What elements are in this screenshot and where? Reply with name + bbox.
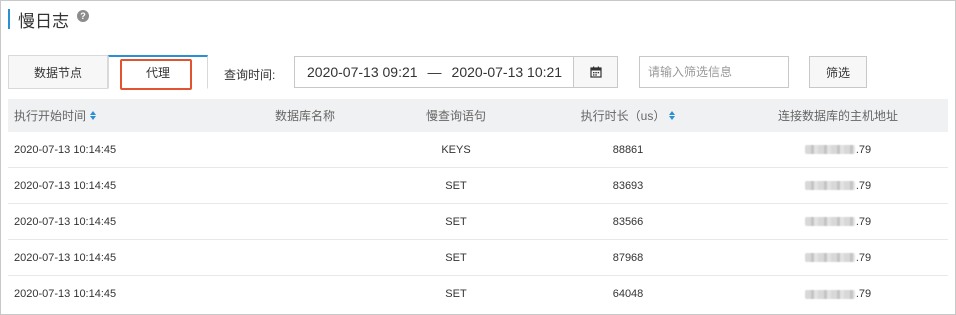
date-separator: — (427, 64, 442, 80)
col-statement: 慢查询语句 (425, 109, 486, 123)
cell-statement: SET (445, 179, 467, 192)
date-end: 2020-07-13 10:21 (451, 64, 563, 80)
table-row: 2020-07-13 10:14:45 KEYS 88861 .79 (8, 132, 948, 168)
cell-host-address: .79 (698, 252, 948, 264)
cell-start-time: 2020-07-13 10:14:45 (14, 179, 117, 192)
query-time-label: 查询时间: (224, 68, 276, 82)
redacted-ip (804, 253, 855, 262)
cell-start-time: 2020-07-13 10:14:45 (14, 251, 117, 264)
cell-host-address: .79 (698, 144, 948, 156)
redacted-ip (804, 181, 855, 190)
table-row: 2020-07-13 10:14:45 SET 87968 .79 (8, 240, 948, 276)
cell-host-address: .79 (698, 288, 948, 300)
cell-statement: SET (445, 288, 467, 300)
table-row: 2020-07-13 10:14:45 SET 83693 .79 (8, 168, 948, 204)
date-range-picker[interactable]: 2020-07-13 09:21 — 2020-07-13 10:21 (294, 56, 574, 88)
redacted-ip (804, 289, 855, 299)
cell-duration: 64048 (612, 288, 644, 300)
col-start-time-label: 执行开始时间 (14, 109, 87, 123)
redacted-ip (804, 217, 855, 226)
cell-statement: KEYS (441, 143, 471, 156)
col-duration[interactable]: 执行时长（us） (538, 107, 698, 124)
slow-log-table: 执行开始时间 数据库名称 慢查询语句 执行时长（us） 连接数据库的主机地址 2… (8, 99, 948, 312)
calendar-button[interactable] (574, 56, 618, 88)
cell-start-time: 2020-07-13 10:14:45 (14, 215, 117, 228)
table-row: 2020-07-13 10:14:45 SET 64048 .79 (8, 276, 948, 312)
redacted-ip (804, 145, 855, 154)
cell-statement: SET (445, 251, 467, 264)
cell-duration: 83566 (612, 215, 644, 228)
sort-icon[interactable] (669, 111, 676, 120)
title-accent-bar (8, 9, 10, 29)
page-title: 慢日志 (18, 11, 69, 32)
cell-statement: SET (445, 215, 467, 228)
question-circle-icon[interactable]: ? (77, 10, 89, 22)
col-start-time[interactable]: 执行开始时间 (8, 107, 208, 124)
cell-duration: 83693 (612, 179, 644, 192)
col-host-address: 连接数据库的主机地址 (777, 109, 898, 123)
col-duration-label: 执行时长（us） (580, 109, 666, 123)
cell-start-time: 2020-07-13 10:14:45 (14, 288, 117, 300)
cell-duration: 87968 (612, 251, 644, 264)
cell-host-address: .79 (698, 216, 948, 228)
node-tabs: 数据节点 代理 (8, 55, 208, 89)
cell-duration: 88861 (612, 143, 644, 156)
calendar-icon (589, 66, 602, 78)
filter-input[interactable] (639, 56, 789, 88)
date-start: 2020-07-13 09:21 (307, 64, 418, 80)
cell-start-time: 2020-07-13 10:14:45 (14, 143, 117, 156)
tab-data-node[interactable]: 数据节点 (8, 55, 108, 89)
cell-host-address: .79 (698, 180, 948, 192)
page-header: 慢日志 ? (8, 8, 89, 32)
tab-proxy[interactable]: 代理 (108, 55, 208, 89)
sort-icon[interactable] (90, 111, 97, 120)
table-header: 执行开始时间 数据库名称 慢查询语句 执行时长（us） 连接数据库的主机地址 (8, 99, 948, 132)
table-row: 2020-07-13 10:14:45 SET 83566 .79 (8, 204, 948, 240)
col-db-name: 数据库名称 (274, 109, 335, 123)
filter-button[interactable]: 筛选 (809, 56, 867, 88)
